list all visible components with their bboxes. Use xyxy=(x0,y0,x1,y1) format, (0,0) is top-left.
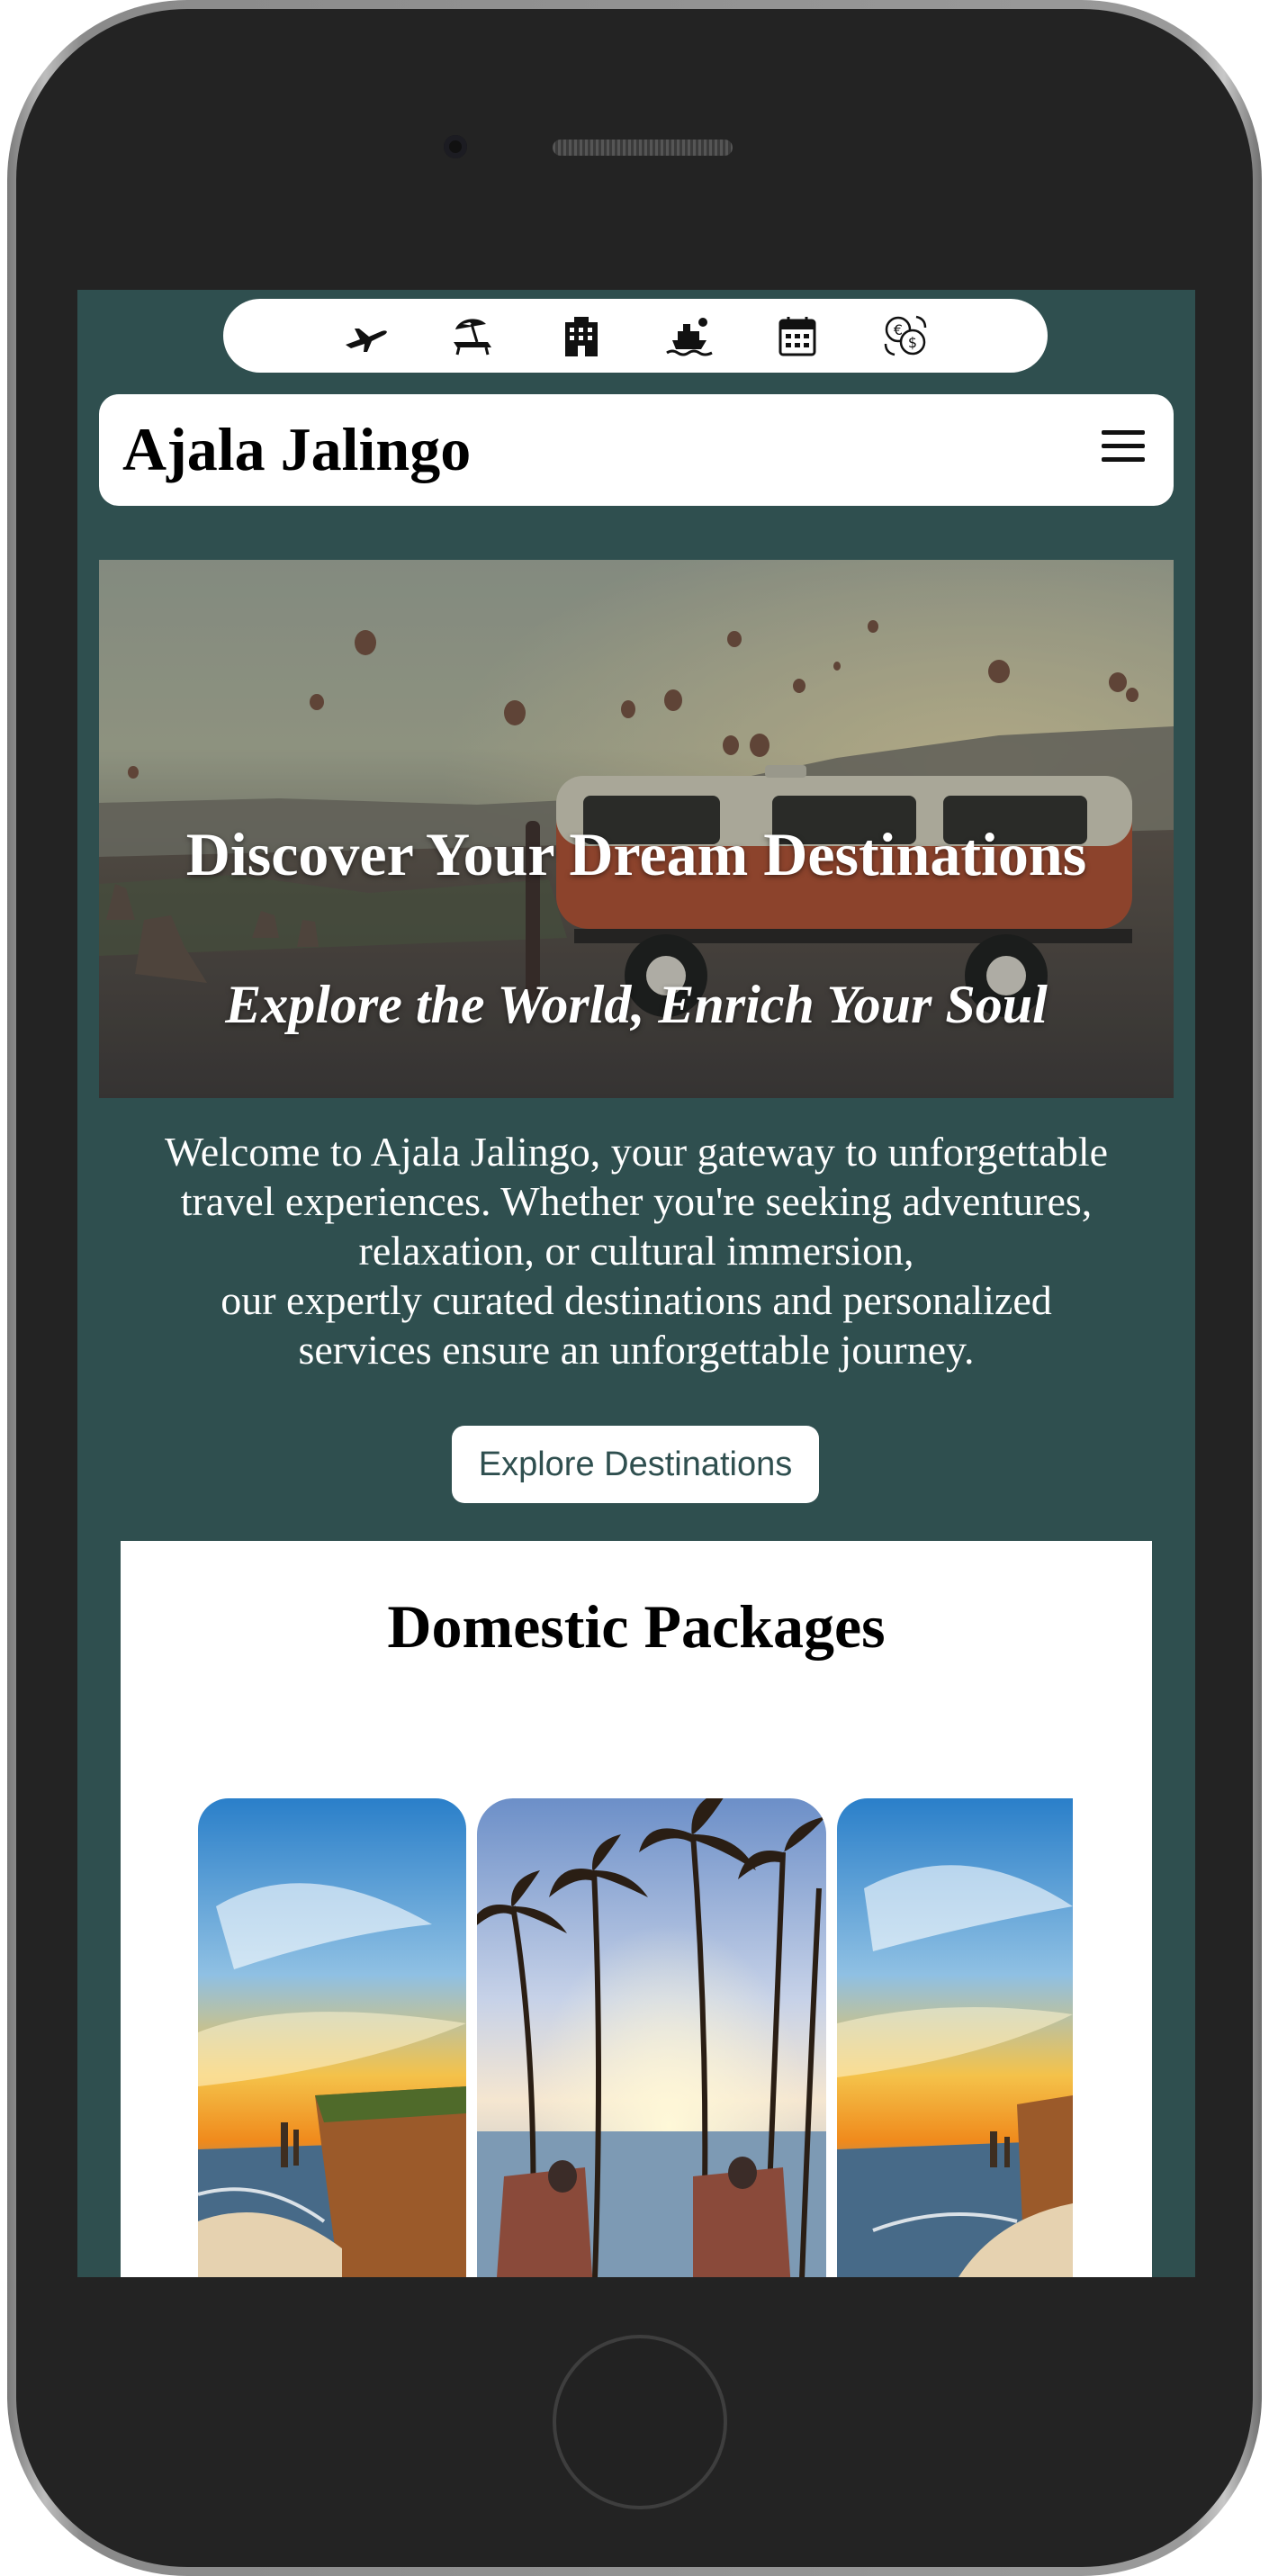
welcome-line: travel experiences. Whether you're seeki… xyxy=(180,1178,1093,1224)
calendar-icon[interactable] xyxy=(770,313,825,358)
package-card-coastal-sunset[interactable] xyxy=(837,1798,1073,2277)
earpiece-speaker xyxy=(553,140,733,156)
package-card-coastal-cliffs[interactable] xyxy=(198,1798,466,2277)
svg-text:€: € xyxy=(894,321,903,338)
screen: € $ Ajala Jalingo Discover Your Dream De… xyxy=(77,290,1195,2277)
hero-banner: Discover Your Dream Destinations Explore… xyxy=(99,560,1174,1098)
package-image xyxy=(837,1798,1073,2277)
package-image xyxy=(477,1798,826,2277)
brand-logo[interactable]: Ajala Jalingo xyxy=(122,414,471,485)
service-icon-bar: € $ xyxy=(223,299,1048,373)
explore-destinations-button[interactable]: Explore Destinations xyxy=(452,1426,819,1503)
section-title: Domestic Packages xyxy=(387,1592,886,1661)
welcome-line: relaxation, or cultural immersion, xyxy=(358,1228,914,1274)
hotel-icon[interactable] xyxy=(554,313,609,358)
home-button[interactable] xyxy=(553,2335,727,2509)
hamburger-menu-icon[interactable] xyxy=(1102,430,1145,466)
welcome-line: our expertly curated destinations and pe… xyxy=(220,1277,1052,1323)
cruise-ship-icon[interactable] xyxy=(662,313,717,358)
welcome-line: services ensure an unforgettable journey… xyxy=(298,1327,975,1373)
beach-umbrella-icon[interactable] xyxy=(446,313,501,358)
welcome-text: Welcome to Ajala Jalingo, your gateway t… xyxy=(113,1127,1159,1374)
welcome-line: Welcome to Ajala Jalingo, your gateway t… xyxy=(164,1129,1109,1175)
hero-title: Discover Your Dream Destinations xyxy=(185,820,1087,888)
front-camera xyxy=(444,135,467,158)
svg-text:$: $ xyxy=(908,334,917,351)
domestic-packages-section: Domestic Packages xyxy=(121,1541,1152,2277)
airplane-icon[interactable] xyxy=(338,313,393,358)
package-card-tropical-resort[interactable] xyxy=(477,1798,826,2277)
currency-exchange-icon[interactable]: € $ xyxy=(878,313,933,358)
navbar: Ajala Jalingo xyxy=(99,394,1174,506)
package-image xyxy=(198,1798,466,2277)
phone-frame: € $ Ajala Jalingo Discover Your Dream De… xyxy=(7,0,1262,2576)
hero-subtitle: Explore the World, Enrich Your Soul xyxy=(225,975,1048,1034)
